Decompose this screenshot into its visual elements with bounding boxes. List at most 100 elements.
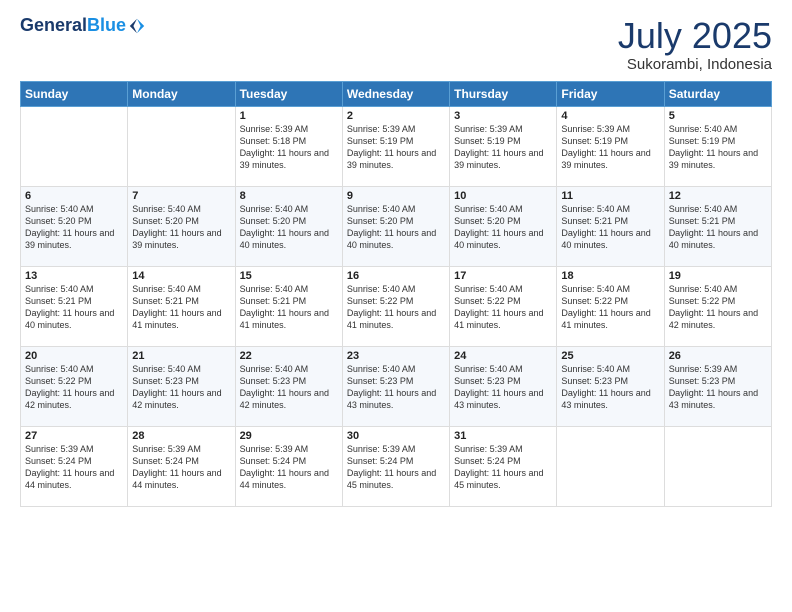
day-info: Sunrise: 5:40 AM Sunset: 5:21 PM Dayligh… xyxy=(25,283,123,332)
calendar-cell: 30Sunrise: 5:39 AM Sunset: 5:24 PM Dayli… xyxy=(342,426,449,506)
logo: GeneralBlue xyxy=(20,16,146,36)
calendar-cell: 21Sunrise: 5:40 AM Sunset: 5:23 PM Dayli… xyxy=(128,346,235,426)
day-info: Sunrise: 5:40 AM Sunset: 5:22 PM Dayligh… xyxy=(347,283,445,332)
calendar-cell: 13Sunrise: 5:40 AM Sunset: 5:21 PM Dayli… xyxy=(21,266,128,346)
day-number: 11 xyxy=(561,190,659,202)
calendar-cell: 22Sunrise: 5:40 AM Sunset: 5:23 PM Dayli… xyxy=(235,346,342,426)
calendar-week-1: 1Sunrise: 5:39 AM Sunset: 5:18 PM Daylig… xyxy=(21,106,772,186)
logo-text: GeneralBlue xyxy=(20,16,126,36)
day-number: 30 xyxy=(347,430,445,442)
col-sunday: Sunday xyxy=(21,81,128,106)
day-info: Sunrise: 5:40 AM Sunset: 5:23 PM Dayligh… xyxy=(347,363,445,412)
day-info: Sunrise: 5:39 AM Sunset: 5:24 PM Dayligh… xyxy=(454,443,552,492)
calendar-cell: 19Sunrise: 5:40 AM Sunset: 5:22 PM Dayli… xyxy=(664,266,771,346)
day-info: Sunrise: 5:39 AM Sunset: 5:18 PM Dayligh… xyxy=(240,123,338,172)
day-info: Sunrise: 5:40 AM Sunset: 5:20 PM Dayligh… xyxy=(25,203,123,252)
day-info: Sunrise: 5:39 AM Sunset: 5:24 PM Dayligh… xyxy=(25,443,123,492)
day-number: 1 xyxy=(240,110,338,122)
day-info: Sunrise: 5:40 AM Sunset: 5:21 PM Dayligh… xyxy=(132,283,230,332)
title-area: July 2025 Sukorambi, Indonesia xyxy=(618,16,772,73)
day-number: 7 xyxy=(132,190,230,202)
calendar-cell: 6Sunrise: 5:40 AM Sunset: 5:20 PM Daylig… xyxy=(21,186,128,266)
day-number: 6 xyxy=(25,190,123,202)
calendar-cell: 11Sunrise: 5:40 AM Sunset: 5:21 PM Dayli… xyxy=(557,186,664,266)
calendar-cell: 28Sunrise: 5:39 AM Sunset: 5:24 PM Dayli… xyxy=(128,426,235,506)
day-number: 31 xyxy=(454,430,552,442)
day-info: Sunrise: 5:39 AM Sunset: 5:24 PM Dayligh… xyxy=(132,443,230,492)
col-monday: Monday xyxy=(128,81,235,106)
day-info: Sunrise: 5:39 AM Sunset: 5:24 PM Dayligh… xyxy=(240,443,338,492)
calendar-cell: 8Sunrise: 5:40 AM Sunset: 5:20 PM Daylig… xyxy=(235,186,342,266)
day-info: Sunrise: 5:40 AM Sunset: 5:20 PM Dayligh… xyxy=(132,203,230,252)
subtitle: Sukorambi, Indonesia xyxy=(618,56,772,73)
day-info: Sunrise: 5:40 AM Sunset: 5:23 PM Dayligh… xyxy=(240,363,338,412)
day-info: Sunrise: 5:40 AM Sunset: 5:22 PM Dayligh… xyxy=(669,283,767,332)
calendar-cell: 9Sunrise: 5:40 AM Sunset: 5:20 PM Daylig… xyxy=(342,186,449,266)
day-number: 8 xyxy=(240,190,338,202)
calendar-cell: 4Sunrise: 5:39 AM Sunset: 5:19 PM Daylig… xyxy=(557,106,664,186)
day-number: 5 xyxy=(669,110,767,122)
col-saturday: Saturday xyxy=(664,81,771,106)
calendar-table: Sunday Monday Tuesday Wednesday Thursday… xyxy=(20,81,772,507)
day-number: 15 xyxy=(240,270,338,282)
day-number: 26 xyxy=(669,350,767,362)
day-info: Sunrise: 5:40 AM Sunset: 5:19 PM Dayligh… xyxy=(669,123,767,172)
day-info: Sunrise: 5:39 AM Sunset: 5:23 PM Dayligh… xyxy=(669,363,767,412)
calendar-cell: 27Sunrise: 5:39 AM Sunset: 5:24 PM Dayli… xyxy=(21,426,128,506)
day-info: Sunrise: 5:40 AM Sunset: 5:20 PM Dayligh… xyxy=(240,203,338,252)
calendar-cell: 26Sunrise: 5:39 AM Sunset: 5:23 PM Dayli… xyxy=(664,346,771,426)
day-number: 22 xyxy=(240,350,338,362)
day-info: Sunrise: 5:40 AM Sunset: 5:23 PM Dayligh… xyxy=(454,363,552,412)
day-info: Sunrise: 5:39 AM Sunset: 5:24 PM Dayligh… xyxy=(347,443,445,492)
day-info: Sunrise: 5:39 AM Sunset: 5:19 PM Dayligh… xyxy=(561,123,659,172)
day-number: 3 xyxy=(454,110,552,122)
calendar-header-row: Sunday Monday Tuesday Wednesday Thursday… xyxy=(21,81,772,106)
calendar-cell: 2Sunrise: 5:39 AM Sunset: 5:19 PM Daylig… xyxy=(342,106,449,186)
calendar-cell: 16Sunrise: 5:40 AM Sunset: 5:22 PM Dayli… xyxy=(342,266,449,346)
calendar-cell: 10Sunrise: 5:40 AM Sunset: 5:20 PM Dayli… xyxy=(450,186,557,266)
day-number: 2 xyxy=(347,110,445,122)
calendar-cell: 1Sunrise: 5:39 AM Sunset: 5:18 PM Daylig… xyxy=(235,106,342,186)
day-info: Sunrise: 5:40 AM Sunset: 5:23 PM Dayligh… xyxy=(561,363,659,412)
day-info: Sunrise: 5:39 AM Sunset: 5:19 PM Dayligh… xyxy=(454,123,552,172)
day-number: 21 xyxy=(132,350,230,362)
calendar-cell: 20Sunrise: 5:40 AM Sunset: 5:22 PM Dayli… xyxy=(21,346,128,426)
calendar-cell: 5Sunrise: 5:40 AM Sunset: 5:19 PM Daylig… xyxy=(664,106,771,186)
day-info: Sunrise: 5:40 AM Sunset: 5:22 PM Dayligh… xyxy=(561,283,659,332)
day-number: 20 xyxy=(25,350,123,362)
calendar-week-3: 13Sunrise: 5:40 AM Sunset: 5:21 PM Dayli… xyxy=(21,266,772,346)
calendar-week-2: 6Sunrise: 5:40 AM Sunset: 5:20 PM Daylig… xyxy=(21,186,772,266)
calendar-cell: 31Sunrise: 5:39 AM Sunset: 5:24 PM Dayli… xyxy=(450,426,557,506)
calendar-cell: 7Sunrise: 5:40 AM Sunset: 5:20 PM Daylig… xyxy=(128,186,235,266)
day-info: Sunrise: 5:40 AM Sunset: 5:21 PM Dayligh… xyxy=(669,203,767,252)
day-number: 12 xyxy=(669,190,767,202)
day-info: Sunrise: 5:39 AM Sunset: 5:19 PM Dayligh… xyxy=(347,123,445,172)
day-number: 23 xyxy=(347,350,445,362)
day-number: 10 xyxy=(454,190,552,202)
col-wednesday: Wednesday xyxy=(342,81,449,106)
day-number: 17 xyxy=(454,270,552,282)
day-info: Sunrise: 5:40 AM Sunset: 5:22 PM Dayligh… xyxy=(454,283,552,332)
day-info: Sunrise: 5:40 AM Sunset: 5:20 PM Dayligh… xyxy=(347,203,445,252)
calendar-cell: 12Sunrise: 5:40 AM Sunset: 5:21 PM Dayli… xyxy=(664,186,771,266)
calendar-cell: 14Sunrise: 5:40 AM Sunset: 5:21 PM Dayli… xyxy=(128,266,235,346)
calendar-cell xyxy=(128,106,235,186)
day-number: 16 xyxy=(347,270,445,282)
day-number: 24 xyxy=(454,350,552,362)
day-number: 27 xyxy=(25,430,123,442)
day-number: 28 xyxy=(132,430,230,442)
day-number: 13 xyxy=(25,270,123,282)
day-number: 25 xyxy=(561,350,659,362)
calendar-cell xyxy=(557,426,664,506)
calendar-cell: 29Sunrise: 5:39 AM Sunset: 5:24 PM Dayli… xyxy=(235,426,342,506)
calendar-cell: 3Sunrise: 5:39 AM Sunset: 5:19 PM Daylig… xyxy=(450,106,557,186)
col-friday: Friday xyxy=(557,81,664,106)
calendar-cell: 18Sunrise: 5:40 AM Sunset: 5:22 PM Dayli… xyxy=(557,266,664,346)
day-number: 4 xyxy=(561,110,659,122)
calendar-cell xyxy=(21,106,128,186)
day-info: Sunrise: 5:40 AM Sunset: 5:21 PM Dayligh… xyxy=(240,283,338,332)
calendar-week-4: 20Sunrise: 5:40 AM Sunset: 5:22 PM Dayli… xyxy=(21,346,772,426)
day-number: 29 xyxy=(240,430,338,442)
calendar-cell: 24Sunrise: 5:40 AM Sunset: 5:23 PM Dayli… xyxy=(450,346,557,426)
page-header: GeneralBlue July 2025 Sukorambi, Indones… xyxy=(20,16,772,73)
